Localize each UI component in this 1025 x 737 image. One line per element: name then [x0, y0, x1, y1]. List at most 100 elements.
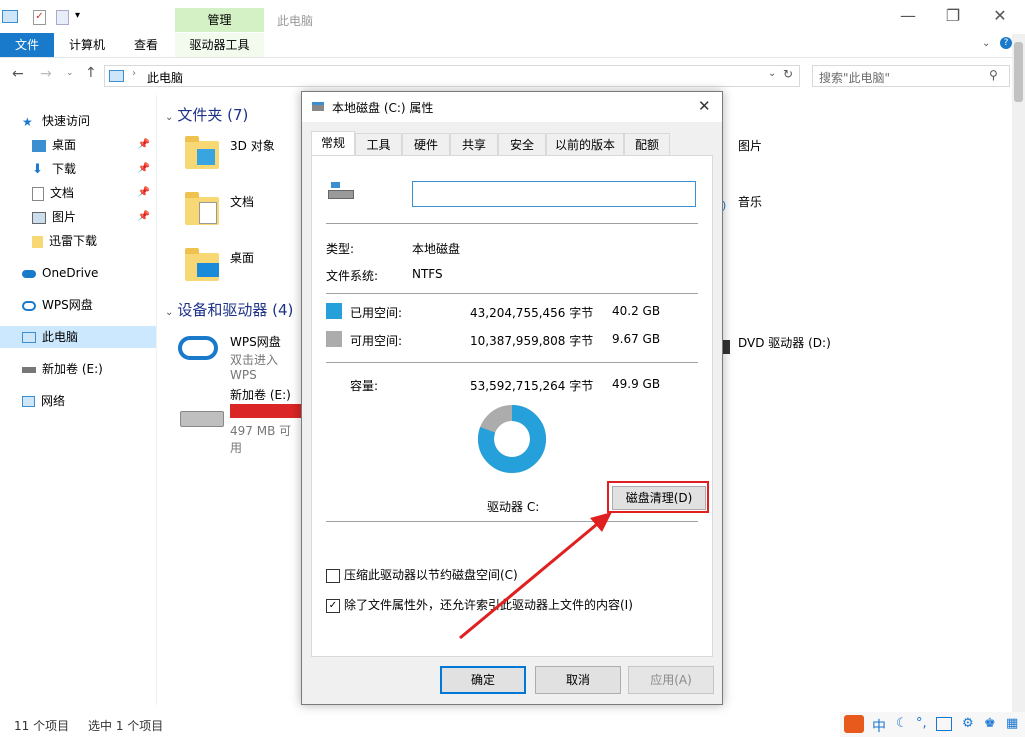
tab-quota[interactable]: 配额: [624, 133, 670, 157]
tab-view[interactable]: 查看: [122, 33, 170, 57]
tab-computer[interactable]: 计算机: [62, 33, 112, 57]
sidebar-item-xunlei[interactable]: 迅雷下载: [32, 230, 156, 252]
new-folder-icon[interactable]: [56, 10, 69, 25]
address-dropdown-icon[interactable]: ⌄: [768, 68, 776, 79]
ime-shirt-icon[interactable]: ♚: [984, 716, 996, 731]
ime-punct-icon[interactable]: °,: [916, 716, 927, 731]
search-icon[interactable]: ⚲: [989, 68, 998, 82]
chevron-down-icon[interactable]: ⌄: [982, 38, 990, 49]
sidebar-item-desktop[interactable]: 桌面 📌: [32, 134, 156, 156]
used-bytes: 43,204,755,456 字节: [470, 306, 594, 320]
computer-icon: [22, 332, 36, 343]
folder-icon: [32, 235, 43, 248]
path-chevron-icon[interactable]: ›: [132, 68, 136, 79]
collapse-chevron-icon[interactable]: ⌄: [165, 112, 173, 123]
device-dvd[interactable]: DVD 驱动器 (D:): [722, 332, 872, 362]
sidebar-item-documents[interactable]: 文档 📌: [32, 182, 156, 204]
navigation-pane: ★ 快速访问 桌面 📌 ⬇ 下载 📌 文档 📌 图片 📌 迅雷下载 OneDrive…: [0, 95, 157, 705]
tab-security[interactable]: 安全: [498, 133, 546, 157]
star-icon: ★: [22, 114, 33, 129]
computer-icon: [2, 10, 18, 23]
device-drive-e[interactable]: 新加卷 (E:) 497 MB 可用: [178, 385, 302, 455]
sidebar-item-wps-cloud[interactable]: WPS网盘: [22, 294, 156, 316]
drive-name-input[interactable]: [412, 181, 696, 207]
capacity-label: 容量:: [350, 379, 379, 393]
close-window-icon[interactable]: ✕: [980, 6, 1020, 25]
address-bar-row: ← → ⌄ ↑ › 此电脑 ⌄ ↻ 搜索"此电脑" ⚲: [0, 60, 1010, 90]
collapse-chevron-icon[interactable]: ⌄: [165, 307, 173, 318]
close-icon[interactable]: ✕: [698, 97, 711, 115]
sidebar-item-onedrive[interactable]: OneDrive: [22, 262, 156, 284]
pin-icon[interactable]: 📌: [138, 158, 150, 180]
address-field[interactable]: › 此电脑 ⌄ ↻: [104, 65, 800, 87]
up-arrow-icon[interactable]: ↑: [85, 65, 97, 81]
ime-keyboard-icon[interactable]: [936, 717, 952, 731]
ime-moon-icon[interactable]: ☾: [896, 716, 908, 731]
help-icon[interactable]: ?: [1000, 37, 1012, 49]
ime-grid-icon[interactable]: ▦: [1006, 716, 1018, 731]
sidebar-item-network[interactable]: 网络: [22, 390, 156, 412]
ime-logo-icon[interactable]: [844, 715, 864, 733]
vertical-scrollbar[interactable]: [1012, 34, 1025, 720]
picture-icon: [32, 211, 46, 224]
search-input[interactable]: 搜索"此电脑" ⚲: [812, 65, 1010, 87]
folder-3d-objects[interactable]: 3D 对象: [185, 135, 295, 175]
maximize-icon[interactable]: ❐: [933, 6, 973, 25]
apply-button[interactable]: 应用(A): [628, 666, 714, 694]
type-value: 本地磁盘: [412, 242, 461, 256]
folders-group-header[interactable]: ⌄ 文件夹 (7): [165, 104, 248, 125]
back-arrow-icon[interactable]: ←: [12, 66, 24, 82]
free-color-swatch: [326, 331, 342, 347]
tab-hardware[interactable]: 硬件: [402, 133, 450, 157]
filesystem-value: NTFS: [412, 267, 443, 281]
tab-sharing[interactable]: 共享: [450, 133, 498, 157]
tab-file[interactable]: 文件: [0, 33, 54, 57]
forward-arrow-icon[interactable]: →: [40, 66, 52, 82]
refresh-icon[interactable]: ↻: [783, 67, 793, 81]
ime-chinese-icon[interactable]: 中: [872, 716, 886, 736]
folder-music[interactable]: ) 音乐: [722, 191, 842, 231]
devices-group-header[interactable]: ⌄ 设备和驱动器 (4): [165, 299, 293, 320]
ribbon-tabs: 文件 计算机 查看 驱动器工具 ⌄ ?: [0, 33, 1025, 58]
tab-tools[interactable]: 工具: [355, 133, 402, 157]
tab-drive-tools[interactable]: 驱动器工具: [175, 33, 264, 57]
minimize-icon[interactable]: —: [888, 6, 928, 25]
capacity-bytes: 53,592,715,264 字节: [470, 379, 594, 393]
compress-checkbox[interactable]: [326, 568, 340, 583]
properties-icon[interactable]: ✓: [33, 10, 46, 25]
drive-e-usage-bar: [230, 404, 302, 418]
sidebar-item-pictures[interactable]: 图片 📌: [32, 206, 156, 228]
sidebar-item-drive-e[interactable]: 新加卷 (E:): [22, 358, 156, 380]
folder-documents[interactable]: 文档: [185, 191, 295, 231]
used-color-swatch: [326, 303, 342, 319]
ime-settings-icon[interactable]: ⚙: [962, 716, 974, 731]
windows-drive-icon: [328, 182, 354, 200]
free-label: 可用空间:: [350, 334, 403, 348]
quick-access-dropdown-icon[interactable]: ▾: [75, 10, 80, 21]
ok-button[interactable]: 确定: [440, 666, 526, 694]
pin-icon[interactable]: 📌: [138, 134, 150, 156]
tab-general[interactable]: 常规: [311, 131, 355, 157]
sidebar-item-this-pc[interactable]: 此电脑: [0, 326, 156, 348]
scrollbar-thumb[interactable]: [1014, 42, 1023, 102]
sidebar-item-quick-access[interactable]: ★ 快速访问: [22, 110, 156, 132]
pin-icon[interactable]: 📌: [138, 206, 150, 228]
folder-pictures[interactable]: 图片: [722, 135, 842, 175]
status-bar: 11 个项目 选中 1 个项目: [0, 716, 840, 737]
cancel-button[interactable]: 取消: [535, 666, 621, 694]
sidebar-item-downloads[interactable]: ⬇ 下载 📌: [32, 158, 156, 180]
pin-icon[interactable]: 📌: [138, 182, 150, 204]
folder-desktop[interactable]: 桌面: [185, 247, 295, 287]
folder-icon: [185, 248, 219, 281]
download-arrow-icon: ⬇: [32, 161, 43, 177]
separator: [326, 293, 698, 294]
dialog-title-bar[interactable]: 本地磁盘 (C:) 属性 ✕: [302, 92, 722, 122]
separator: [326, 362, 698, 363]
type-label: 类型:: [326, 242, 355, 256]
title-bar: ✓ ▾ 管理 此电脑 — ❐ ✕: [0, 0, 1025, 33]
recent-dropdown-icon[interactable]: ⌄: [66, 68, 74, 78]
device-wps-cloud[interactable]: WPS网盘 双击进入WPS: [178, 330, 302, 382]
usage-donut-chart: [478, 405, 546, 473]
index-checkbox[interactable]: ✓: [326, 598, 340, 613]
tab-previous-versions[interactable]: 以前的版本: [546, 133, 624, 157]
